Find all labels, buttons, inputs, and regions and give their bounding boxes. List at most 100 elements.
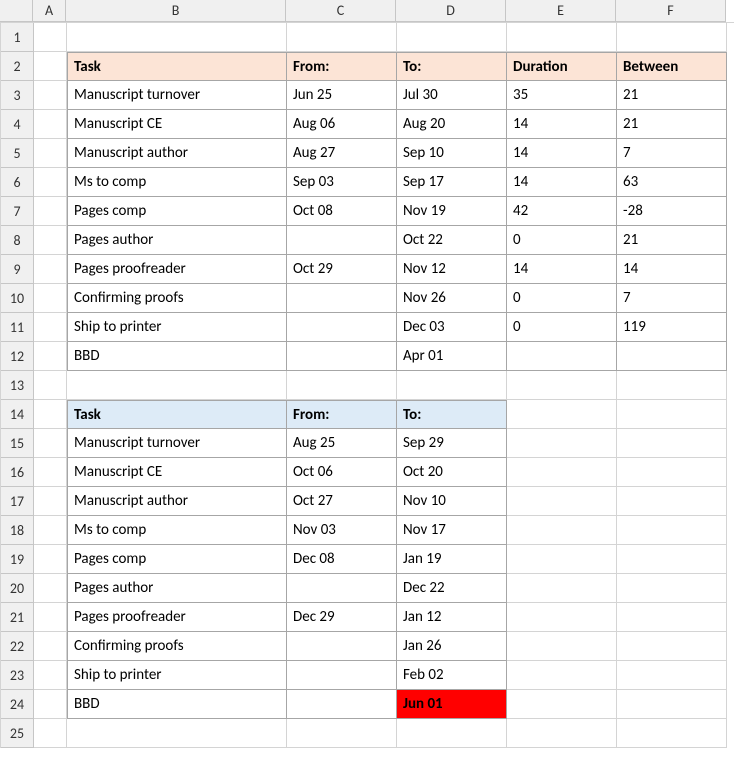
cell-E9[interactable]: 14 xyxy=(507,255,617,284)
cell-D6[interactable]: Sep 17 xyxy=(397,168,507,197)
cell-F6[interactable]: 63 xyxy=(617,168,727,197)
cell-E25[interactable] xyxy=(507,719,617,748)
cell-E8[interactable]: 0 xyxy=(507,226,617,255)
cell-B16[interactable]: Manuscript CE xyxy=(67,458,287,487)
cell-A24[interactable] xyxy=(34,690,67,719)
cell-B10[interactable]: Confirming proofs xyxy=(67,284,287,313)
row-1-header[interactable]: 1 xyxy=(1,23,34,52)
cell-D17[interactable]: Nov 10 xyxy=(397,487,507,516)
cell-D20[interactable]: Dec 22 xyxy=(397,574,507,603)
cell-B11[interactable]: Ship to printer xyxy=(67,313,287,342)
cell-E21[interactable] xyxy=(507,603,617,632)
cell-E2[interactable]: Duration xyxy=(507,52,617,81)
cell-B22[interactable]: Confirming proofs xyxy=(67,632,287,661)
cell-A10[interactable] xyxy=(34,284,67,313)
row-18-header[interactable]: 18 xyxy=(1,516,34,545)
row-17-header[interactable]: 17 xyxy=(1,487,34,516)
cell-A13[interactable] xyxy=(34,371,67,400)
cell-B3[interactable]: Manuscript turnover xyxy=(67,81,287,110)
cell-C10[interactable] xyxy=(287,284,397,313)
cell-C22[interactable] xyxy=(287,632,397,661)
cell-B12[interactable]: BBD xyxy=(67,342,287,371)
row-10-header[interactable]: 10 xyxy=(1,284,34,313)
cell-B1[interactable] xyxy=(67,23,287,52)
cell-B24[interactable]: BBD xyxy=(67,690,287,719)
cell-C20[interactable] xyxy=(287,574,397,603)
spreadsheet-grid[interactable]: 12TaskFrom:To:DurationBetween3Manuscript… xyxy=(0,22,734,748)
cell-C23[interactable] xyxy=(287,661,397,690)
cell-F25[interactable] xyxy=(617,719,727,748)
row-12-header[interactable]: 12 xyxy=(1,342,34,371)
cell-E10[interactable]: 0 xyxy=(507,284,617,313)
cell-A12[interactable] xyxy=(34,342,67,371)
cell-E23[interactable] xyxy=(507,661,617,690)
row-15-header[interactable]: 15 xyxy=(1,429,34,458)
cell-F24[interactable] xyxy=(617,690,727,719)
row-5-header[interactable]: 5 xyxy=(1,139,34,168)
cell-D24[interactable]: Jun 01 xyxy=(397,690,507,719)
row-23-header[interactable]: 23 xyxy=(1,661,34,690)
cell-D10[interactable]: Nov 26 xyxy=(397,284,507,313)
cell-D13[interactable] xyxy=(397,371,507,400)
cell-E12[interactable] xyxy=(507,342,617,371)
cell-A1[interactable] xyxy=(34,23,67,52)
cell-D2[interactable]: To: xyxy=(397,52,507,81)
cell-E7[interactable]: 42 xyxy=(507,197,617,226)
cell-A18[interactable] xyxy=(34,516,67,545)
cell-A15[interactable] xyxy=(34,429,67,458)
row-22-header[interactable]: 22 xyxy=(1,632,34,661)
cell-D8[interactable]: Oct 22 xyxy=(397,226,507,255)
cell-B17[interactable]: Manuscript author xyxy=(67,487,287,516)
cell-E3[interactable]: 35 xyxy=(507,81,617,110)
cell-A25[interactable] xyxy=(34,719,67,748)
cell-E18[interactable] xyxy=(507,516,617,545)
col-b-header[interactable]: B xyxy=(66,0,286,22)
row-3-header[interactable]: 3 xyxy=(1,81,34,110)
cell-F15[interactable] xyxy=(617,429,727,458)
cell-F22[interactable] xyxy=(617,632,727,661)
cell-B13[interactable] xyxy=(67,371,287,400)
cell-A16[interactable] xyxy=(34,458,67,487)
cell-F21[interactable] xyxy=(617,603,727,632)
cell-D11[interactable]: Dec 03 xyxy=(397,313,507,342)
cell-F8[interactable]: 21 xyxy=(617,226,727,255)
cell-B23[interactable]: Ship to printer xyxy=(67,661,287,690)
row-4-header[interactable]: 4 xyxy=(1,110,34,139)
cell-A23[interactable] xyxy=(34,661,67,690)
cell-F3[interactable]: 21 xyxy=(617,81,727,110)
cell-C15[interactable]: Aug 25 xyxy=(287,429,397,458)
cell-D1[interactable] xyxy=(397,23,507,52)
cell-D18[interactable]: Nov 17 xyxy=(397,516,507,545)
cell-E20[interactable] xyxy=(507,574,617,603)
cell-C9[interactable]: Oct 29 xyxy=(287,255,397,284)
col-f-header[interactable]: F xyxy=(616,0,726,22)
cell-F5[interactable]: 7 xyxy=(617,139,727,168)
cell-B8[interactable]: Pages author xyxy=(67,226,287,255)
col-a-header[interactable]: A xyxy=(33,0,66,22)
cell-B15[interactable]: Manuscript turnover xyxy=(67,429,287,458)
row-24-header[interactable]: 24 xyxy=(1,690,34,719)
row-8-header[interactable]: 8 xyxy=(1,226,34,255)
cell-A2[interactable] xyxy=(34,52,67,81)
cell-A5[interactable] xyxy=(34,139,67,168)
cell-C4[interactable]: Aug 06 xyxy=(287,110,397,139)
cell-B20[interactable]: Pages author xyxy=(67,574,287,603)
cell-D7[interactable]: Nov 19 xyxy=(397,197,507,226)
cell-D16[interactable]: Oct 20 xyxy=(397,458,507,487)
cell-C17[interactable]: Oct 27 xyxy=(287,487,397,516)
row-20-header[interactable]: 20 xyxy=(1,574,34,603)
row-25-header[interactable]: 25 xyxy=(1,719,34,748)
cell-F2[interactable]: Between xyxy=(617,52,727,81)
cell-C8[interactable] xyxy=(287,226,397,255)
cell-D21[interactable]: Jan 12 xyxy=(397,603,507,632)
cell-F12[interactable] xyxy=(617,342,727,371)
cell-B25[interactable] xyxy=(67,719,287,748)
cell-C16[interactable]: Oct 06 xyxy=(287,458,397,487)
col-c-header[interactable]: C xyxy=(286,0,396,22)
cell-A3[interactable] xyxy=(34,81,67,110)
cell-C5[interactable]: Aug 27 xyxy=(287,139,397,168)
cell-C6[interactable]: Sep 03 xyxy=(287,168,397,197)
cell-C14[interactable]: From: xyxy=(287,400,397,429)
cell-B18[interactable]: Ms to comp xyxy=(67,516,287,545)
cell-D12[interactable]: Apr 01 xyxy=(397,342,507,371)
